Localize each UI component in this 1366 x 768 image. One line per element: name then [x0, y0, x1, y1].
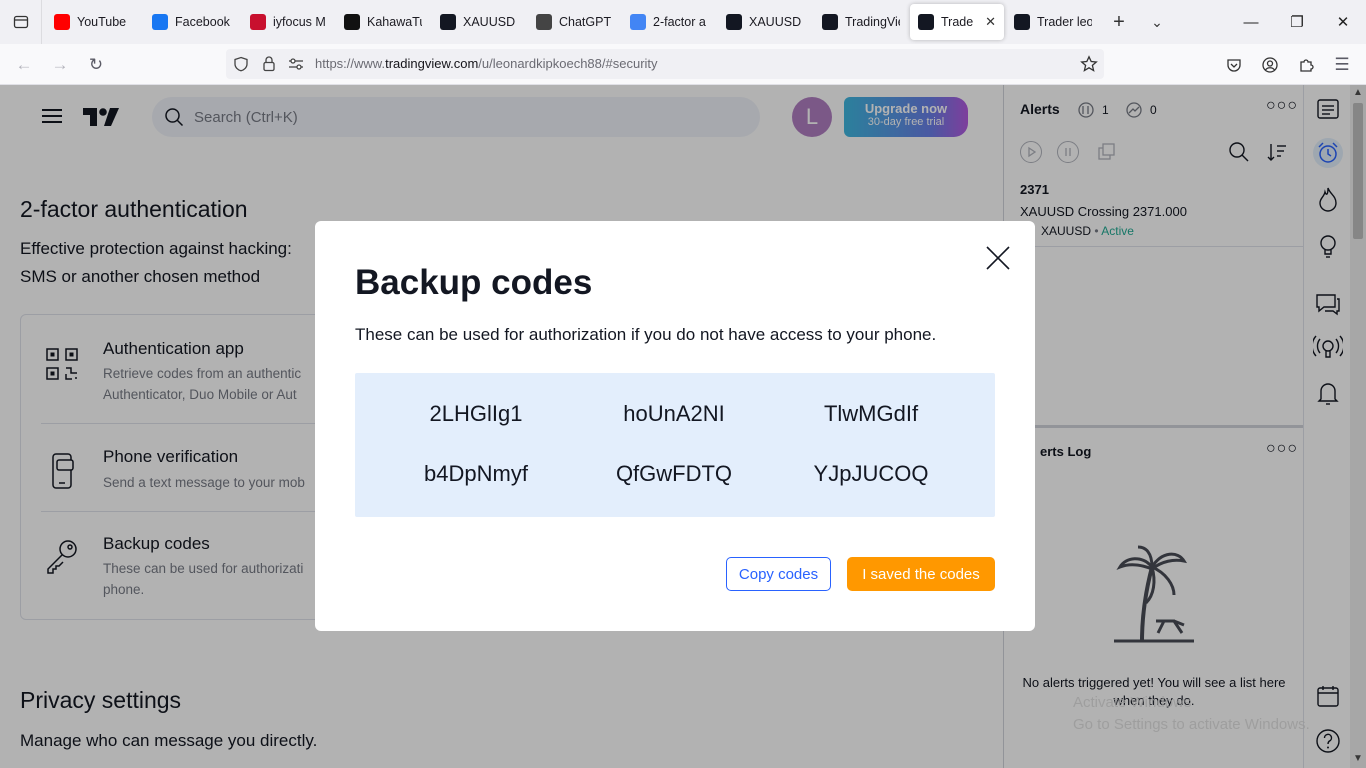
tradingview-icon — [726, 14, 742, 30]
dialog-close-icon[interactable] — [985, 245, 1011, 271]
google-icon — [630, 14, 646, 30]
arrow-right-icon: → — [51, 55, 69, 74]
browser-tab[interactable]: 2-factor a — [622, 4, 716, 40]
pocket-button[interactable] — [1219, 50, 1249, 80]
window-close-button[interactable]: ✕ — [1320, 0, 1366, 44]
tradingview-icon — [822, 14, 838, 30]
minimize-icon: — — [1243, 13, 1259, 31]
browser-tab[interactable]: XAUUSD 2 — [718, 4, 812, 40]
iyfocus-icon — [250, 14, 266, 30]
browser-tab[interactable]: TradingVie — [814, 4, 908, 40]
tab-title: KahawaTu — [367, 15, 422, 29]
dialog-subtitle: These can be used for authorization if y… — [355, 325, 937, 344]
browser-tab[interactable]: KahawaTu — [336, 4, 430, 40]
tab-title: iyfocus M — [273, 15, 326, 29]
bookmark-star-icon[interactable] — [1080, 55, 1098, 73]
plus-icon: + — [1113, 10, 1125, 33]
tab-title: Facebook — [175, 15, 230, 29]
tab-title: Trader l — [941, 15, 975, 29]
permissions-icon — [289, 58, 303, 70]
tradingview-icon — [1014, 14, 1030, 30]
reload-icon: ↻ — [88, 55, 104, 74]
browser-tab[interactable]: XAUUSD C — [432, 4, 526, 40]
dialog-title: Backup codes — [355, 263, 593, 302]
windows-activation-watermark: Activate Windows Go to Settings to activ… — [1073, 692, 1310, 736]
address-bar[interactable]: https://www.tradingview.com/u/leonardkip… — [226, 49, 1104, 79]
account-icon — [1262, 57, 1278, 73]
browser-tab[interactable]: iyfocus M — [242, 4, 334, 40]
tradingview-icon — [440, 14, 456, 30]
account-button[interactable] — [1255, 50, 1285, 80]
tab-title: Trader leo — [1037, 15, 1092, 29]
browser-tab-bar: YouTube Facebook iyfocus M KahawaTu XAUUSD C… — [0, 0, 1366, 44]
youtube-icon — [54, 14, 70, 30]
extensions-button[interactable] — [1291, 50, 1321, 80]
restore-button[interactable]: ❐ — [1274, 0, 1320, 44]
menu-icon: ☰ — [1334, 55, 1350, 74]
forward-button[interactable]: → — [45, 50, 75, 80]
chevron-down-icon: ⌄ — [1151, 13, 1163, 30]
back-button[interactable]: ← — [9, 50, 39, 80]
tab-title: 2-factor a — [653, 15, 706, 29]
puzzle-icon — [1300, 59, 1314, 72]
close-icon: ✕ — [1336, 14, 1350, 31]
tab-title: XAUUSD 2 — [749, 15, 804, 29]
watermark-line1: Activate Windows — [1073, 694, 1192, 711]
backup-code: hoUnA2NI — [623, 401, 725, 426]
browser-tab[interactable]: Trader l ✕ — [910, 4, 1004, 40]
pocket-icon — [1227, 59, 1241, 72]
new-tab-button[interactable]: + — [1100, 4, 1138, 40]
url-text: https://www.tradingview.com/u/leonardkip… — [315, 56, 658, 71]
tab-title: ChatGPT — [559, 15, 612, 29]
backup-code: QfGwFDTQ — [615, 461, 733, 486]
tab-close-icon[interactable]: ✕ — [985, 14, 996, 30]
restore-icon: ❐ — [1290, 14, 1304, 31]
tab-title: XAUUSD C — [463, 15, 518, 29]
backup-codes-dialog: Backup codes These can be used for autho… — [315, 221, 1035, 631]
facebook-icon — [152, 14, 168, 30]
tab-title: YouTube — [77, 15, 127, 29]
backup-code: YJpJUCOQ — [813, 461, 929, 486]
kahawatungu-icon — [344, 14, 360, 30]
watermark-line2: Go to Settings to activate Windows. — [1073, 716, 1310, 733]
chatgpt-icon — [536, 14, 552, 30]
browser-tab[interactable]: Facebook — [144, 4, 240, 40]
copy-codes-button[interactable]: Copy codes — [726, 557, 831, 591]
backup-code: TlwMGdIf — [823, 401, 919, 426]
tab-list-button[interactable] — [0, 0, 42, 44]
backup-code: b4DpNmyf — [424, 461, 528, 486]
browser-tab[interactable]: ChatGPT — [528, 4, 620, 40]
reload-button[interactable]: ↻ — [81, 50, 111, 80]
arrow-left-icon: ← — [15, 55, 33, 74]
backup-code: 2LHGlIg1 — [429, 401, 523, 426]
tradingview-icon — [918, 14, 934, 30]
tab-title: TradingVie — [845, 15, 900, 29]
app-menu-button[interactable]: ☰ — [1327, 50, 1357, 80]
browser-tab[interactable]: YouTube — [46, 4, 142, 40]
backup-codes-grid: 2LHGlIg1 hoUnA2NI TlwMGdIf b4DpNmyf QfGw… — [355, 373, 995, 517]
tab-overflow-button[interactable]: ⌄ — [1138, 4, 1176, 40]
tab-list-icon — [13, 15, 28, 29]
browser-nav-bar: ← → ↻ https://www.tradingview.com/u/leon… — [0, 44, 1366, 85]
lock-icon — [263, 56, 275, 72]
minimize-button[interactable]: — — [1228, 0, 1274, 44]
browser-tab[interactable]: Trader leo — [1006, 4, 1100, 40]
saved-codes-button[interactable]: I saved the codes — [847, 557, 995, 591]
shield-icon — [234, 56, 248, 72]
